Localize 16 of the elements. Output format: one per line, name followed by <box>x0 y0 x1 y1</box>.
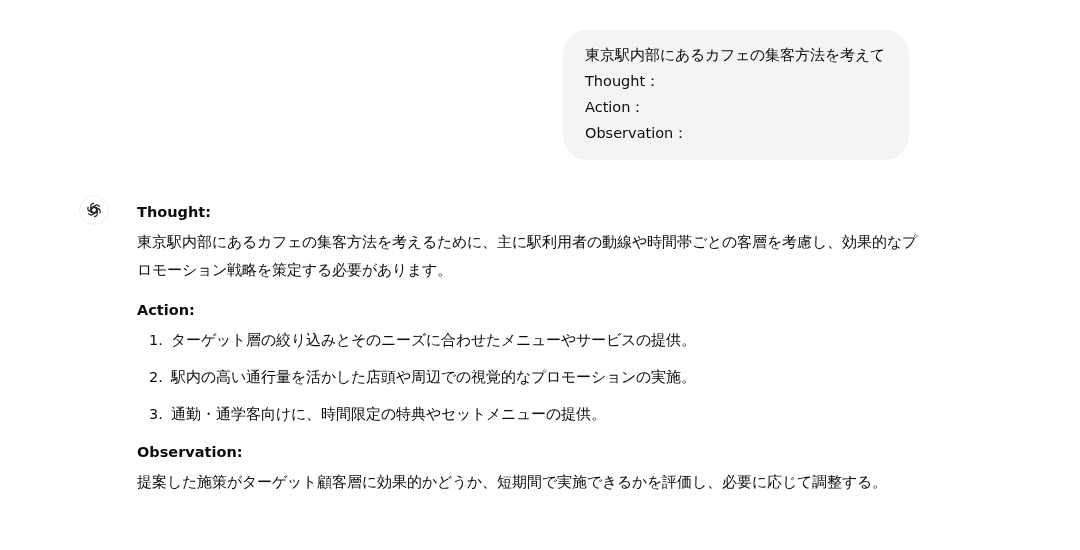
message-line: Observation： <box>585 124 690 143</box>
list-item-text: 通勤・通学客向けに、時間限定の特典やセットメニューの提供。 <box>171 405 606 424</box>
section-heading: Thought: <box>137 203 212 222</box>
list-item-text: 駅内の高い通行量を活かした店頭や周辺での視覚的なプロモーションの実施。 <box>171 368 696 387</box>
list-number: 3. <box>149 405 164 424</box>
message-line: Action： <box>585 98 647 117</box>
list-number: 2. <box>149 368 164 387</box>
message-line: 東京駅内部にあるカフェの集客方法を考えて <box>585 46 886 65</box>
paragraph: 東京駅内部にあるカフェの集客方法を考えるために、主に駅利用者の動線や時間帯ごとの客層を考慮し、効果的なプロモーション戦略を策定する必要があります。 <box>137 233 919 280</box>
list-item-text: ターゲット層の絞り込みとそのニーズに合わせたメニューやサービスの提供。 <box>171 331 696 350</box>
section-heading: Observation: <box>137 443 244 462</box>
list-number: 1. <box>149 331 164 350</box>
paragraph: 提案した施策がターゲット顧客層に効果的かどうか、短期間で実施できるかを評価し、必要に応じて調整する。 <box>137 473 888 492</box>
message-line: Thought： <box>585 72 662 91</box>
assistant-logo-icon <box>85 201 103 219</box>
section-heading: Action: <box>137 301 196 320</box>
